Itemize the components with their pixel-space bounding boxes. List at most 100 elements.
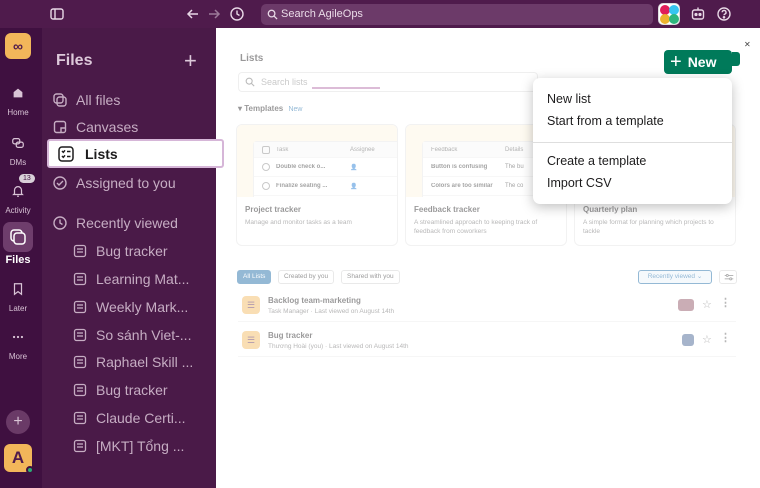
back-arrow-icon[interactable] — [185, 6, 201, 22]
files-sidebar: Files + All files Canvases Assigned to y… — [42, 28, 216, 488]
list-title: Backlog team-marketing — [268, 296, 361, 305]
templates-label: Templates — [244, 104, 284, 113]
preview-col: Details — [505, 146, 524, 153]
bookmark-icon — [3, 276, 33, 302]
rail-item-dms[interactable]: DMs — [0, 130, 36, 167]
recent-item[interactable]: Weekly Mark... — [72, 296, 212, 318]
template-thumbnail: Task Assignee Double check o... 👤 Finalize… — [237, 125, 397, 197]
search-placeholder: Search AgileOps — [281, 8, 363, 20]
ai-bot-icon[interactable] — [690, 6, 706, 22]
menu-item-create-template[interactable]: Create a template — [547, 154, 646, 168]
preview-cell: Button is confusing — [431, 164, 488, 170]
recent-item[interactable]: So sánh Viet-... — [72, 324, 212, 346]
rail-item-home[interactable]: Home — [0, 80, 36, 117]
list-icon: ☰ — [242, 296, 260, 314]
menu-item-import-csv[interactable]: Import CSV — [547, 176, 612, 190]
app-avatar[interactable] — [658, 3, 680, 25]
templates-header[interactable]: ▾ Templates New — [238, 104, 302, 113]
recently-viewed-label: Recently viewed — [76, 215, 178, 231]
preview-cell: Double check o... — [276, 164, 326, 170]
list-row[interactable]: ☰ Backlog team-marketing Task Manager · … — [238, 290, 736, 322]
list-doc-icon — [72, 438, 88, 454]
rail-label-home: Home — [7, 108, 29, 117]
recent-item-label: Claude Certi... — [96, 410, 186, 426]
recent-item-label: Bug tracker — [96, 382, 168, 398]
rail-item-later[interactable]: Later — [0, 276, 36, 313]
check-circle-icon — [52, 175, 68, 191]
recent-item-label: So sánh Viet-... — [96, 327, 192, 343]
member-avatars — [678, 299, 694, 311]
new-button[interactable]: + New — [664, 50, 732, 74]
list-icon: ☰ — [242, 331, 260, 349]
list-row[interactable]: ☰ Bug tracker Thương Hoài (you) · Last v… — [238, 325, 736, 357]
sidebar-item-lists[interactable]: Lists — [47, 139, 224, 168]
sidebar-item-label: Canvases — [76, 119, 139, 135]
rail-item-activity[interactable]: Activity 13 — [0, 174, 36, 215]
page-title: Lists — [240, 53, 264, 64]
workspace-logo[interactable]: ∞ — [5, 33, 31, 59]
recent-item-label: Bug tracker — [96, 243, 168, 259]
template-card-project-tracker[interactable]: Task Assignee Double check o... 👤 Finalize… — [236, 124, 398, 246]
plus-icon: + — [670, 51, 682, 73]
online-status-dot — [26, 466, 34, 474]
filter-all-lists[interactable]: All Lists — [237, 270, 272, 284]
list-subtitle: Task Manager · Last viewed on August 14t… — [268, 308, 395, 315]
list-subtitle: Thương Hoài (you) · Last viewed on Augus… — [268, 343, 409, 350]
more-options-icon[interactable]: ⋮ — [720, 296, 731, 309]
recent-item[interactable]: Bug tracker — [72, 379, 212, 401]
rail-label-activity: Activity — [5, 206, 31, 215]
rail-label-later: Later — [8, 304, 28, 313]
search-input[interactable]: Search AgileOps — [261, 4, 653, 25]
new-button-label: New — [687, 54, 717, 70]
sidebar-item-all-files[interactable]: All files — [52, 89, 212, 111]
recent-item[interactable]: Learning Mat... — [72, 268, 212, 290]
close-icon[interactable]: ✕ — [744, 40, 751, 49]
new-dropdown-menu: New list Start from a template Create a … — [533, 78, 732, 204]
template-title: Feedback tracker — [414, 205, 480, 214]
filter-shared-with-you[interactable]: Shared with you — [341, 270, 400, 284]
star-icon[interactable]: ☆ — [702, 333, 712, 346]
star-icon[interactable]: ☆ — [702, 298, 712, 311]
sidebar-item-canvases[interactable]: Canvases — [52, 116, 212, 138]
preview-col: Task — [276, 146, 289, 153]
menu-item-new-list[interactable]: New list — [547, 92, 591, 106]
dms-chat-icon — [3, 130, 33, 156]
template-title: Project tracker — [245, 205, 302, 214]
sidebar-add-button[interactable]: + — [184, 48, 197, 74]
new-button-edge — [732, 52, 740, 66]
list-doc-icon — [72, 243, 88, 259]
recent-item-label: Weekly Mark... — [96, 299, 189, 315]
more-options-icon[interactable]: ⋮ — [720, 331, 731, 344]
sidebar-toggle-icon[interactable] — [49, 6, 65, 22]
preview-cell: The bu — [505, 164, 524, 170]
menu-divider — [533, 142, 732, 143]
menu-item-start-from-template[interactable]: Start from a template — [547, 114, 664, 128]
lists-search-input[interactable]: Search lists — [238, 72, 538, 92]
filter-settings-button[interactable] — [719, 270, 737, 284]
list-doc-icon — [72, 410, 88, 426]
rail-label-more: More — [8, 352, 28, 361]
preview-cell: Colors are too similar — [431, 183, 493, 189]
caret-down-icon: ▾ — [238, 104, 243, 113]
history-clock-icon[interactable] — [229, 6, 245, 22]
rail-item-files[interactable]: Files — [0, 222, 36, 266]
help-icon[interactable] — [716, 6, 732, 22]
recent-item[interactable]: Raphael Skill ... — [72, 351, 212, 373]
member-avatar — [682, 334, 694, 346]
forward-arrow-icon[interactable] — [206, 6, 222, 22]
rail-label-dms: DMs — [9, 158, 27, 167]
rail-item-more[interactable]: More — [0, 324, 36, 361]
sidebar-item-label: All files — [76, 92, 121, 108]
person-icon: 👤 — [350, 164, 358, 171]
recently-viewed-header[interactable]: Recently viewed — [52, 212, 212, 234]
preview-col: Feedback — [431, 146, 458, 153]
add-workspace-button[interactable]: + — [6, 410, 30, 434]
sidebar-item-label: Lists — [85, 145, 118, 162]
recent-item[interactable]: Claude Certi... — [72, 407, 212, 429]
filter-created-by-you[interactable]: Created by you — [278, 270, 335, 284]
sidebar-item-assigned[interactable]: Assigned to you — [52, 172, 212, 194]
recent-item[interactable]: [MKT] Tổng ... — [72, 435, 212, 457]
recent-item-label: Learning Mat... — [96, 271, 190, 287]
sort-dropdown[interactable]: Recently viewed ⌄ — [638, 270, 712, 284]
recent-item[interactable]: Bug tracker — [72, 240, 212, 262]
